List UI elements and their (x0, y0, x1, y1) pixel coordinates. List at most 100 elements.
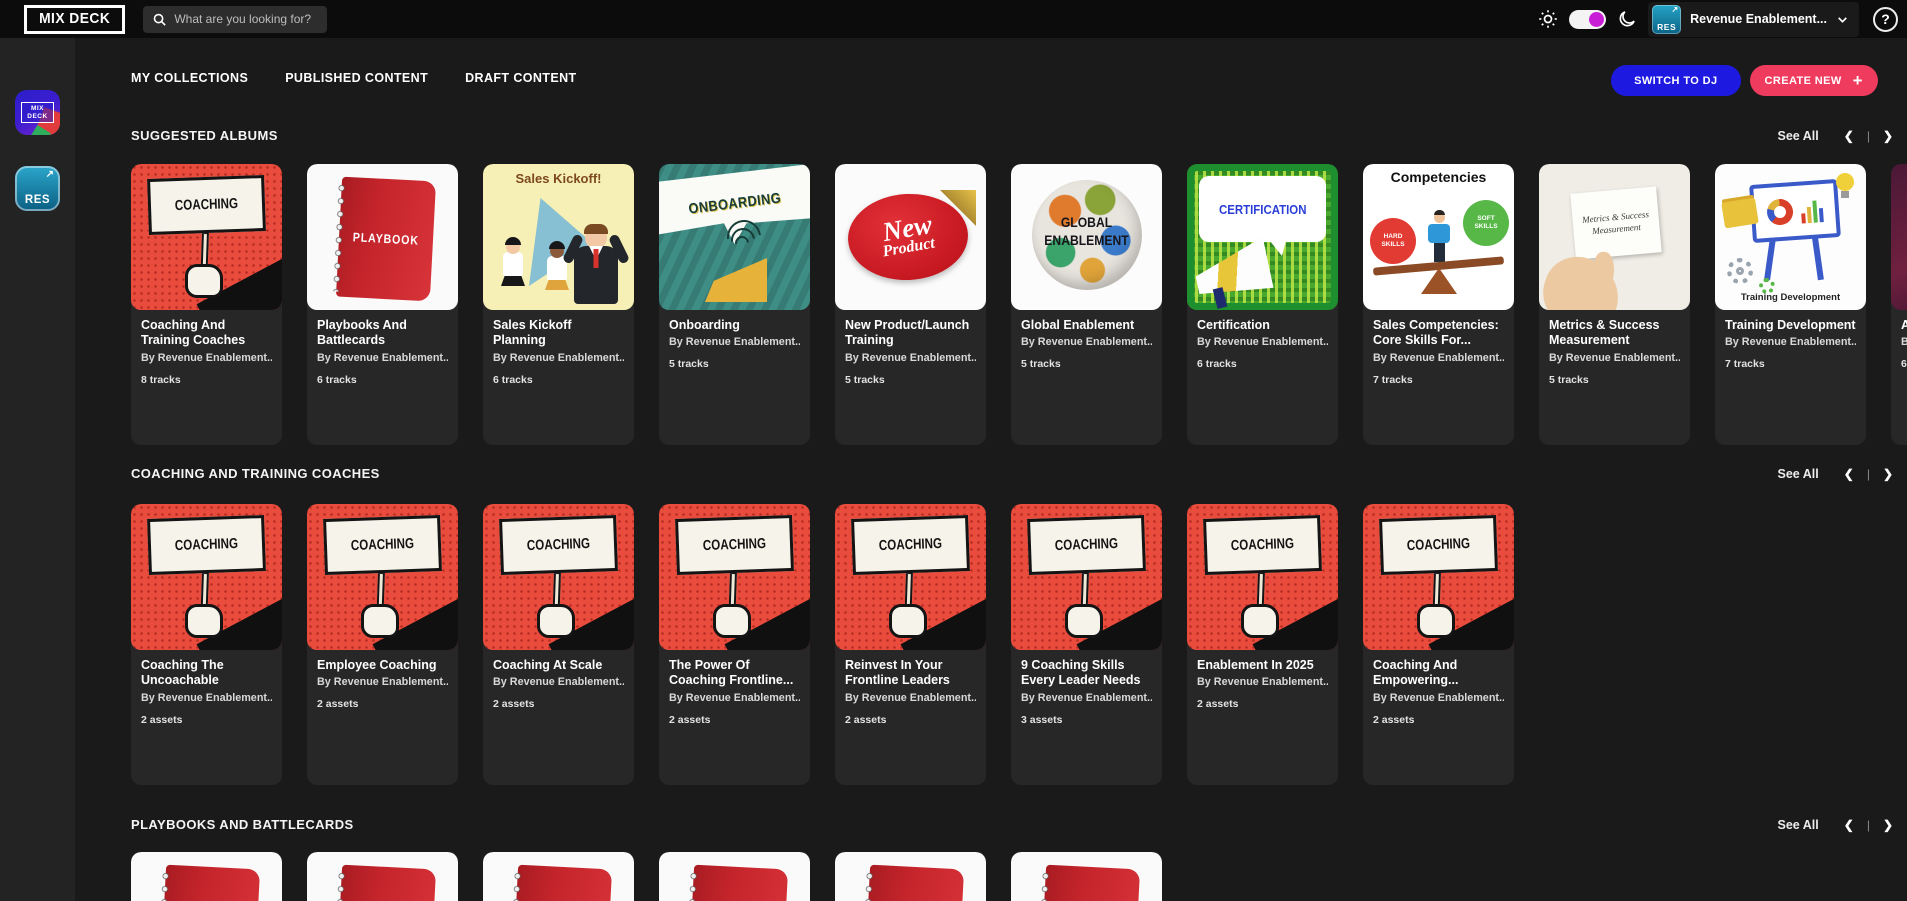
search-icon (152, 12, 167, 27)
see-all-link[interactable]: See All (1778, 129, 1819, 143)
album-card[interactable]: PLAYBOOK (1011, 852, 1162, 901)
chevron-left-icon[interactable]: ❮ (1844, 129, 1854, 143)
app-sidebar: MIX DECK ↗ RES (0, 38, 75, 901)
album-card[interactable]: ONBOARDING Onboarding By Revenue Enablem… (659, 164, 810, 445)
card-title: Global Enablement (1021, 318, 1135, 332)
section-title: PLAYBOOKS AND BATTLECARDS (131, 817, 354, 832)
switch-to-dj-button[interactable]: SWITCH TO DJ (1611, 65, 1741, 96)
see-all-link[interactable]: See All (1778, 818, 1819, 832)
card-asset-count: 2 assets (1373, 713, 1415, 726)
album-cover-clipped (1891, 164, 1907, 310)
card-info: Onboarding By Revenue Enablement... 5 tr… (659, 310, 810, 370)
album-card[interactable]: COACHING Coaching And Empowering... By R… (1363, 504, 1514, 785)
album-card[interactable]: GLOBAL ENABLEMENT Global Enablement By R… (1011, 164, 1162, 445)
card-info: Metrics & Success Measurement By Revenue… (1539, 310, 1690, 386)
album-card[interactable]: PLAYBOOK (835, 852, 986, 901)
card-asset-count: 2 assets (1197, 698, 1239, 711)
album-card[interactable]: Sales Kickoff! Sales Kickoff Planning By… (483, 164, 634, 445)
album-card[interactable]: CERTIFICATION Certification By Revenue E… (1187, 164, 1338, 445)
album-card[interactable]: PLAYBOOK (131, 852, 282, 901)
card-author: By Revenue Enablement... (669, 691, 800, 704)
album-card[interactable]: PLAYBOOK Playbooks And Battlecards By Re… (307, 164, 458, 445)
chevron-right-icon[interactable]: ❯ (1883, 467, 1893, 481)
bar-chart (1800, 196, 1825, 224)
card-title: A... (1901, 318, 1907, 332)
album-card[interactable]: Training Development Training Developmen… (1715, 164, 1866, 445)
tab-my-collections[interactable]: MY COLLECTIONS (131, 71, 248, 85)
chevron-divider: | (1866, 128, 1870, 143)
globe-caption: GLOBAL ENABLEMENT (1044, 215, 1129, 248)
album-card-partially-visible[interactable]: A... By Revenue Enablement... 6 tracks (1891, 164, 1907, 445)
album-card[interactable]: COACHING Coaching The Uncoachable By Rev… (131, 504, 282, 785)
card-author: By Revenue Enablement... (141, 351, 272, 364)
theme-toggle[interactable] (1569, 9, 1607, 29)
chevron-right-icon[interactable]: ❯ (1883, 818, 1893, 832)
header-actions: SWITCH TO DJ CREATE NEW + (1611, 65, 1878, 96)
album-cover-playbook: PLAYBOOK (1011, 852, 1162, 901)
search-input[interactable] (174, 12, 319, 26)
card-title: Playbooks And Battlecards (317, 318, 407, 348)
album-card[interactable]: COACHING Employee Coaching By Revenue En… (307, 504, 458, 785)
playbook-spiral (331, 181, 347, 292)
card-author: By Revenue Enablement... (1901, 336, 1907, 349)
chevron-left-icon[interactable]: ❮ (1844, 467, 1854, 481)
card-author: By Revenue Enablement... (845, 351, 976, 364)
album-cover-certification: CERTIFICATION (1187, 164, 1338, 310)
tab-published-content[interactable]: PUBLISHED CONTENT (285, 71, 428, 85)
card-info: Coaching And Empowering... By Revenue En… (1363, 650, 1514, 726)
card-author: By Revenue Enablement... (845, 691, 976, 704)
album-card[interactable]: Competencies HARD SKILLS SOFT SKILLS Sal… (1363, 164, 1514, 445)
album-cover-coaching: COACHING (1363, 504, 1514, 650)
coaching-fist (185, 264, 223, 298)
album-cover-onboarding: ONBOARDING (659, 164, 810, 310)
gear-illustration (1727, 258, 1753, 284)
card-author: By Revenue Enablement... (1021, 691, 1152, 704)
theme-toggle-knob (1589, 11, 1605, 27)
app-logo[interactable]: MIX DECK (24, 4, 126, 34)
res-external-arrow-icon: ↗ (45, 169, 54, 180)
tab-draft-content[interactable]: DRAFT CONTENT (465, 71, 576, 85)
card-info: Enablement In 2025 By Revenue Enablement… (1187, 650, 1338, 710)
album-card[interactable]: COACHING Enablement In 2025 By Revenue E… (1187, 504, 1338, 785)
album-card[interactable]: COACHING Reinvest In Your Frontline Lead… (835, 504, 986, 785)
album-card[interactable]: COACHING The Power Of Coaching Frontline… (659, 504, 810, 785)
album-cover-coaching: COACHING (307, 504, 458, 650)
chevron-divider: | (1866, 817, 1870, 832)
account-avatar: ↗ RES (1652, 4, 1682, 34)
album-card[interactable]: COACHING 9 Coaching Skills Every Leader … (1011, 504, 1162, 785)
album-card[interactable]: New Product New Product/Launch Training … (835, 164, 986, 445)
sidebar-mixdeck-app-icon[interactable]: MIX DECK (15, 90, 60, 135)
help-button[interactable]: ? (1873, 6, 1898, 32)
help-icon: ? (1881, 11, 1890, 27)
album-cover-playbook: PLAYBOOK (659, 852, 810, 901)
card-info: Reinvest In Your Frontline Leaders By Re… (835, 650, 986, 726)
album-card[interactable]: COACHING Coaching And Training Coaches B… (131, 164, 282, 445)
certification-megaphone (1190, 237, 1273, 303)
account-menu[interactable]: ↗ RES Revenue Enablement... (1648, 1, 1859, 37)
res-logo-label: RES (24, 194, 51, 206)
create-new-button[interactable]: CREATE NEW + (1749, 65, 1878, 96)
search-bar[interactable] (143, 5, 328, 33)
chevron-left-icon[interactable]: ❮ (1844, 818, 1854, 832)
card-track-count: 5 tracks (1021, 358, 1061, 371)
album-cover-global-enablement: GLOBAL ENABLEMENT (1011, 164, 1162, 310)
chevron-right-icon[interactable]: ❯ (1883, 129, 1893, 143)
album-card[interactable]: PLAYBOOK (659, 852, 810, 901)
light-mode-sun-icon (1538, 9, 1558, 29)
card-author: By Revenue Enablement... (669, 336, 800, 349)
card-track-count: 7 tracks (1373, 373, 1413, 386)
album-cover-coaching: COACHING (131, 164, 282, 310)
card-author: By Revenue Enablement... (1197, 676, 1328, 689)
album-cover-playbook: PLAYBOOK (835, 852, 986, 901)
album-card[interactable]: COACHING Coaching At Scale By Revenue En… (483, 504, 634, 785)
section-header-playbooks: PLAYBOOKS AND BATTLECARDS See All ❮ | ❯ (131, 817, 1893, 832)
album-card[interactable]: Metrics & Success Measurement Metrics & … (1539, 164, 1690, 445)
card-author: By Revenue Enablement... (493, 351, 624, 364)
section-controls: See All ❮ | ❯ (1778, 129, 1893, 143)
album-card[interactable]: PLAYBOOK (483, 852, 634, 901)
album-card[interactable]: PLAYBOOK (307, 852, 458, 901)
album-cover-coaching: COACHING (1011, 504, 1162, 650)
card-author: By Revenue Enablement... (1021, 336, 1152, 349)
see-all-link[interactable]: See All (1778, 467, 1819, 481)
sidebar-res-app-icon[interactable]: ↗ RES (15, 166, 60, 211)
